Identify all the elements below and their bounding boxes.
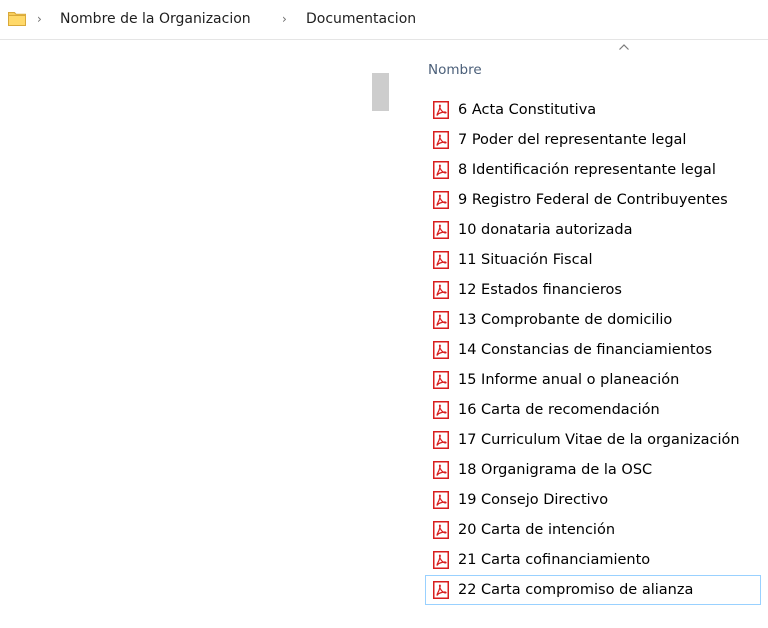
file-name: 11 Situación Fiscal: [458, 252, 593, 268]
pdf-icon: [433, 581, 449, 599]
column-header-nombre[interactable]: Nombre: [428, 61, 482, 79]
file-row[interactable]: 14 Constancias de financiamientos: [427, 335, 768, 365]
file-row[interactable]: 7 Poder del representante legal: [427, 125, 768, 155]
file-row[interactable]: 19 Consejo Directivo: [427, 485, 768, 515]
navigation-pane-scrollbar-thumb[interactable]: [372, 73, 389, 111]
file-row[interactable]: 20 Carta de intención: [427, 515, 768, 545]
file-name: 10 donataria autorizada: [458, 222, 633, 238]
pdf-icon: [433, 491, 449, 509]
file-name: 7 Poder del representante legal: [458, 132, 687, 148]
file-row[interactable]: 17 Curriculum Vitae de la organización: [427, 425, 768, 455]
file-row[interactable]: 12 Estados financieros: [427, 275, 768, 305]
file-name: 18 Organigrama de la OSC: [458, 462, 653, 478]
file-row[interactable]: 13 Comprobante de domicilio: [427, 305, 768, 335]
pdf-icon: [433, 371, 449, 389]
breadcrumb-item-documentacion[interactable]: Documentacion: [306, 9, 416, 29]
file-row[interactable]: 9 Registro Federal de Contribuyentes: [427, 185, 768, 215]
file-row[interactable]: 18 Organigrama de la OSC: [427, 455, 768, 485]
pdf-icon: [433, 161, 449, 179]
file-row[interactable]: 10 donataria autorizada: [427, 215, 768, 245]
pdf-icon: [433, 311, 449, 329]
pdf-icon: [433, 341, 449, 359]
pdf-icon: [433, 131, 449, 149]
file-list: Nombre 6 Acta Constitutiva 7 Poder del re…: [400, 40, 768, 628]
file-name: 19 Consejo Directivo: [458, 492, 609, 508]
pdf-icon: [433, 281, 449, 299]
file-row[interactable]: 6 Acta Constitutiva: [427, 95, 768, 125]
pdf-icon: [433, 551, 449, 569]
pdf-icon: [433, 521, 449, 539]
pdf-icon: [433, 191, 449, 209]
file-name: 8 Identificación representante legal: [458, 162, 716, 178]
file-row[interactable]: 22 Carta compromiso de alianza: [425, 575, 761, 605]
file-name: 16 Carta de recomendación: [458, 402, 660, 418]
folder-icon: [8, 12, 26, 26]
breadcrumb-item-organizacion[interactable]: Nombre de la Organizacion: [60, 9, 251, 29]
pdf-icon: [433, 221, 449, 239]
file-row[interactable]: 16 Carta de recomendación: [427, 395, 768, 425]
pdf-icon: [433, 401, 449, 419]
pdf-icon: [433, 461, 449, 479]
file-name: 21 Carta cofinanciamiento: [458, 552, 651, 568]
pdf-icon: [433, 431, 449, 449]
file-name: 12 Estados financieros: [458, 282, 622, 298]
file-name: 17 Curriculum Vitae de la organización: [458, 432, 740, 448]
file-name: 14 Constancias de financiamientos: [458, 342, 713, 358]
file-name: 9 Registro Federal de Contribuyentes: [458, 192, 728, 208]
sort-ascending-icon: [619, 44, 629, 50]
file-name: 22 Carta compromiso de alianza: [458, 582, 694, 598]
breadcrumb-separator-icon: ›: [37, 12, 42, 26]
pdf-icon: [433, 251, 449, 269]
pdf-icon: [433, 101, 449, 119]
file-name: 20 Carta de intención: [458, 522, 616, 538]
file-row[interactable]: 11 Situación Fiscal: [427, 245, 768, 275]
file-row[interactable]: 8 Identificación representante legal: [427, 155, 768, 185]
file-rows: 6 Acta Constitutiva 7 Poder del represent…: [425, 95, 768, 605]
address-bar[interactable]: › Nombre de la Organizacion › Documentac…: [0, 0, 768, 40]
file-row[interactable]: 15 Informe anual o planeación: [427, 365, 768, 395]
file-name: 13 Comprobante de domicilio: [458, 312, 673, 328]
file-name: 15 Informe anual o planeación: [458, 372, 680, 388]
file-name: 6 Acta Constitutiva: [458, 102, 597, 118]
file-row[interactable]: 21 Carta cofinanciamiento: [427, 545, 768, 575]
breadcrumb-separator-icon: ›: [282, 12, 287, 26]
